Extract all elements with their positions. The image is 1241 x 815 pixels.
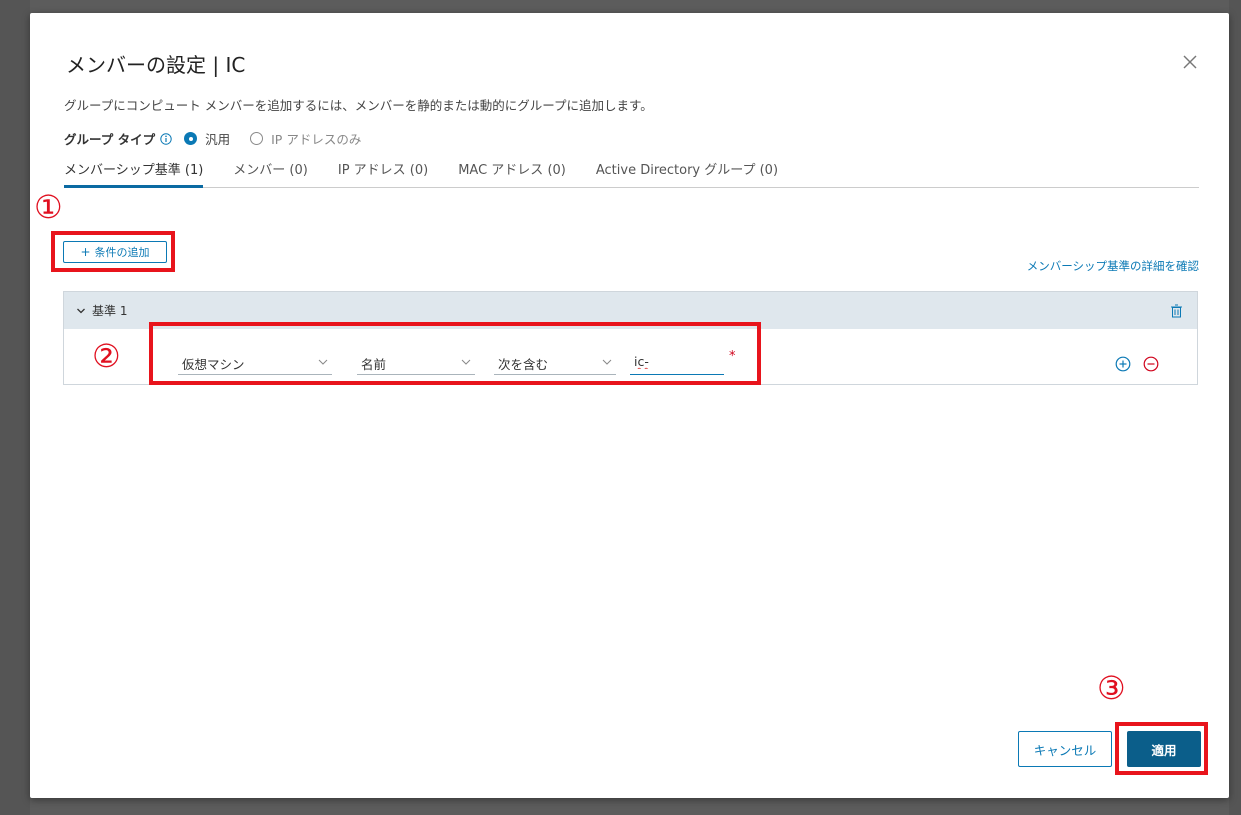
tab-bar: メンバーシップ基準 (1) メンバー (0) IP アドレス (0) MAC ア… (64, 163, 1199, 188)
radio-selected-icon (184, 132, 198, 145)
tab-membership-criteria[interactable]: メンバーシップ基準 (1) (64, 163, 204, 188)
group-type-selector: グループ タイプ 汎用 IP アドレスのみ (64, 129, 381, 148)
radio-general-label: 汎用 (205, 132, 231, 147)
attribute-select[interactable]: 名前 (357, 352, 475, 375)
criteria-value-input[interactable] (630, 352, 728, 369)
criteria-card: 基準 1 仮想マシン 名前 次を含む ic- * (63, 291, 1198, 385)
add-circle-icon[interactable] (1115, 356, 1131, 372)
cancel-button[interactable]: キャンセル (1018, 731, 1112, 767)
chevron-down-icon (602, 359, 612, 365)
chevron-down-icon (77, 308, 85, 313)
apply-button[interactable]: 適用 (1127, 731, 1201, 767)
trash-icon[interactable] (1170, 304, 1183, 318)
plus-icon: + (80, 245, 91, 259)
chevron-down-icon (461, 359, 471, 365)
annotation-step3: ③ (1097, 669, 1126, 707)
radio-ip-only[interactable]: IP アドレスのみ (250, 129, 361, 148)
tab-mac-addresses[interactable]: MAC アドレス (0) (458, 163, 566, 187)
info-icon[interactable] (160, 132, 172, 145)
operator-value: 次を含む (498, 357, 549, 372)
member-type-select[interactable]: 仮想マシン (178, 352, 332, 375)
backdrop-right (1229, 0, 1241, 815)
tab-ip-addresses[interactable]: IP アドレス (0) (338, 163, 428, 187)
close-icon[interactable] (1179, 51, 1201, 73)
required-indicator: * (729, 349, 736, 364)
add-condition-label: 条件の追加 (94, 246, 150, 259)
member-type-value: 仮想マシン (182, 357, 245, 372)
remove-circle-icon[interactable] (1143, 356, 1159, 372)
criteria-row: 仮想マシン 名前 次を含む * (64, 329, 1197, 384)
dialog-description: グループにコンピュート メンバーを追加するには、メンバーを静的または動的にグルー… (64, 98, 653, 113)
operator-select[interactable]: 次を含む (494, 352, 616, 375)
radio-ip-only-label: IP アドレスのみ (271, 132, 362, 147)
chevron-down-icon (318, 359, 328, 365)
radio-unselected-icon (250, 132, 264, 145)
add-condition-button[interactable]: + 条件の追加 (63, 241, 167, 263)
tab-ad-groups[interactable]: Active Directory グループ (0) (596, 163, 778, 187)
criteria-header-label: 基準 1 (92, 304, 128, 318)
membership-criteria-details-link[interactable]: メンバーシップ基準の詳細を確認 (1027, 258, 1199, 274)
group-type-label: グループ タイプ (64, 132, 156, 147)
tab-members[interactable]: メンバー (0) (233, 163, 308, 187)
backdrop-left (0, 0, 30, 815)
annotation-step1: ① (34, 188, 63, 226)
member-settings-dialog: メンバーの設定 | IC グループにコンピュート メンバーを追加するには、メンバ… (30, 13, 1229, 798)
criteria-value-field[interactable] (630, 352, 728, 375)
dialog-title: メンバーの設定 | IC (66, 53, 246, 77)
annotation-step2: ② (92, 337, 121, 375)
criteria-header[interactable]: 基準 1 (64, 292, 1197, 329)
radio-general[interactable]: 汎用 (184, 129, 230, 148)
attribute-value: 名前 (361, 357, 387, 372)
